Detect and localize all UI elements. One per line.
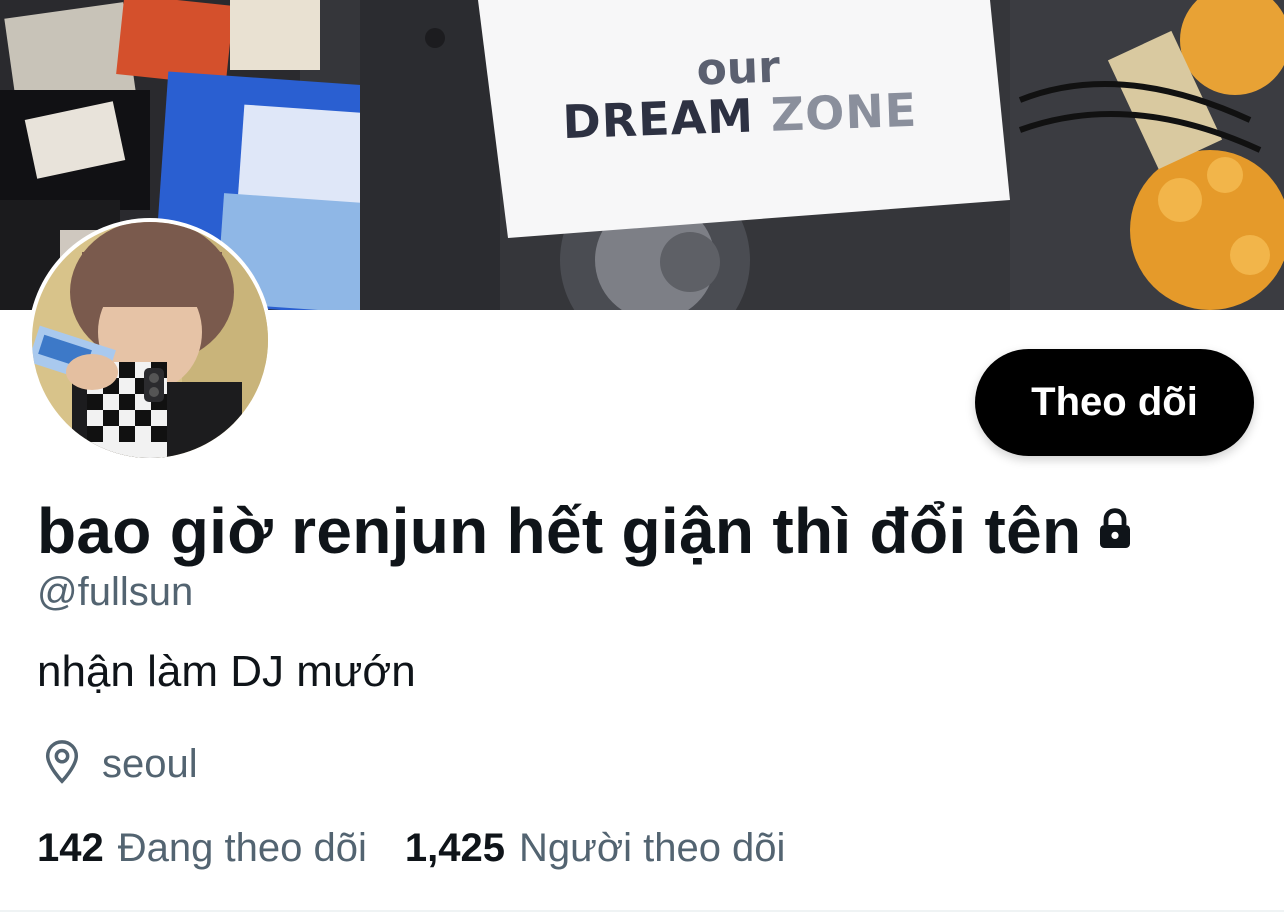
followers-stat-link[interactable]: 1,425 Người theo dõi	[405, 826, 786, 871]
following-stat-link[interactable]: 142 Đang theo dõi	[37, 826, 367, 871]
location-text: seoul	[102, 742, 198, 786]
banner-sign-line-2: DREAM ZONE	[561, 82, 919, 149]
banner-sign-line-1: our	[695, 41, 781, 95]
profile-bio: nhận làm DJ mướn	[37, 647, 416, 696]
profile-location: seoul	[40, 738, 198, 791]
follow-button[interactable]: Theo dõi	[975, 349, 1254, 456]
banner-sign-text: our DREAM ZONE	[466, 0, 1014, 249]
avatar-image	[32, 222, 268, 458]
display-name-row: bao giờ renjun hết giận thì đổi tên	[37, 494, 1139, 568]
banner-sign-word-zone: ZONE	[769, 82, 919, 142]
lock-icon	[1091, 505, 1139, 558]
section-divider	[0, 910, 1284, 912]
following-label: Đang theo dõi	[117, 826, 367, 870]
display-name: bao giờ renjun hết giận thì đổi tên	[37, 495, 1082, 567]
banner-sign-word-dream: DREAM	[561, 88, 755, 149]
follow-stats: 142 Đang theo dõi 1,425 Người theo dõi	[37, 826, 785, 871]
username-handle: @fullsun	[37, 570, 194, 614]
followers-label: Người theo dõi	[518, 826, 786, 870]
location-pin-icon	[40, 738, 84, 791]
followers-count: 1,425	[404, 826, 505, 870]
profile-avatar[interactable]	[28, 218, 272, 462]
following-count: 142	[37, 826, 104, 870]
